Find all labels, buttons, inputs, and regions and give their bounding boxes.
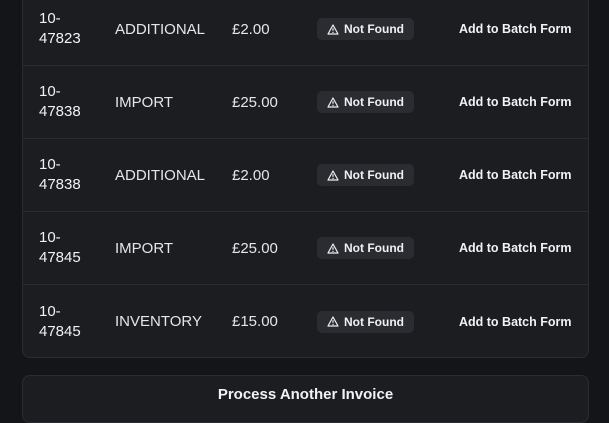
status-cell: Not Found xyxy=(317,66,414,138)
charge-type: INVENTORY xyxy=(115,313,202,330)
add-to-batch-form-button[interactable]: Add to Batch Form xyxy=(459,95,572,109)
status-cell: Not Found xyxy=(317,139,414,211)
amount: £25.00 xyxy=(232,93,278,111)
action-cell: Add to Batch Form xyxy=(459,139,572,211)
status-badge: Not Found xyxy=(317,237,414,259)
charge-type: IMPORT xyxy=(115,239,174,257)
table-row: 10- 47838 ADDITIONAL £2.00 Not Found Add… xyxy=(23,139,588,212)
warning-triangle-icon xyxy=(327,23,339,35)
reference-number: 10- 47838 xyxy=(39,156,81,193)
amount: £2.00 xyxy=(232,20,270,38)
results-table: 10- 47823 ADDITIONAL £2.00 Not Found Add… xyxy=(22,0,589,358)
status-badge: Not Found xyxy=(317,18,414,40)
add-to-batch-form-button[interactable]: Add to Batch Form xyxy=(459,168,572,182)
status-badge: Not Found xyxy=(317,310,414,333)
charge-type: IMPORT xyxy=(115,93,174,111)
amount: £15.00 xyxy=(232,313,278,330)
warning-triangle-icon xyxy=(327,96,339,108)
amount: £2.00 xyxy=(232,166,270,184)
table-row: 10- 47838 IMPORT £25.00 Not Found Add to… xyxy=(23,66,588,139)
add-to-batch-form-button[interactable]: Add to Batch Form xyxy=(459,315,572,329)
status-label: Not Found xyxy=(344,168,404,182)
add-to-batch-form-button[interactable]: Add to Batch Form xyxy=(459,241,572,255)
amount: £25.00 xyxy=(232,239,278,257)
status-label: Not Found xyxy=(344,22,404,36)
table-row: 10- 47823 ADDITIONAL £2.00 Not Found Add… xyxy=(23,0,588,66)
action-cell: Add to Batch Form xyxy=(459,285,572,357)
status-badge: Not Found xyxy=(317,91,414,113)
charge-type: ADDITIONAL xyxy=(115,166,206,184)
warning-triangle-icon xyxy=(327,242,339,254)
charge-type: ADDITIONAL xyxy=(115,20,206,38)
status-label: Not Found xyxy=(344,241,404,255)
action-cell: Add to Batch Form xyxy=(459,0,572,65)
add-to-batch-form-button[interactable]: Add to Batch Form xyxy=(459,22,572,36)
action-cell: Add to Batch Form xyxy=(459,66,572,138)
status-label: Not Found xyxy=(344,314,404,329)
reference-number: 10- 47823 xyxy=(39,10,81,47)
reference-number: 10- 47845 xyxy=(39,302,81,340)
status-cell: Not Found xyxy=(317,285,414,357)
status-cell: Not Found xyxy=(317,0,414,65)
status-badge: Not Found xyxy=(317,164,414,186)
process-another-invoice-button[interactable]: Process Another Invoice xyxy=(22,375,589,423)
reference-number: 10- 47838 xyxy=(39,83,81,120)
table-row: 10- 47845 INVENTORY £15.00 Not Found Add… xyxy=(23,285,588,357)
warning-triangle-icon xyxy=(327,316,339,327)
table-row: 10- 47845 IMPORT £25.00 Not Found Add to… xyxy=(23,212,588,285)
reference-number: 10- 47845 xyxy=(39,229,81,266)
warning-triangle-icon xyxy=(327,169,339,181)
process-another-invoice-label: Process Another Invoice xyxy=(217,386,394,403)
action-cell: Add to Batch Form xyxy=(459,212,572,284)
status-cell: Not Found xyxy=(317,212,414,284)
status-label: Not Found xyxy=(344,95,404,109)
